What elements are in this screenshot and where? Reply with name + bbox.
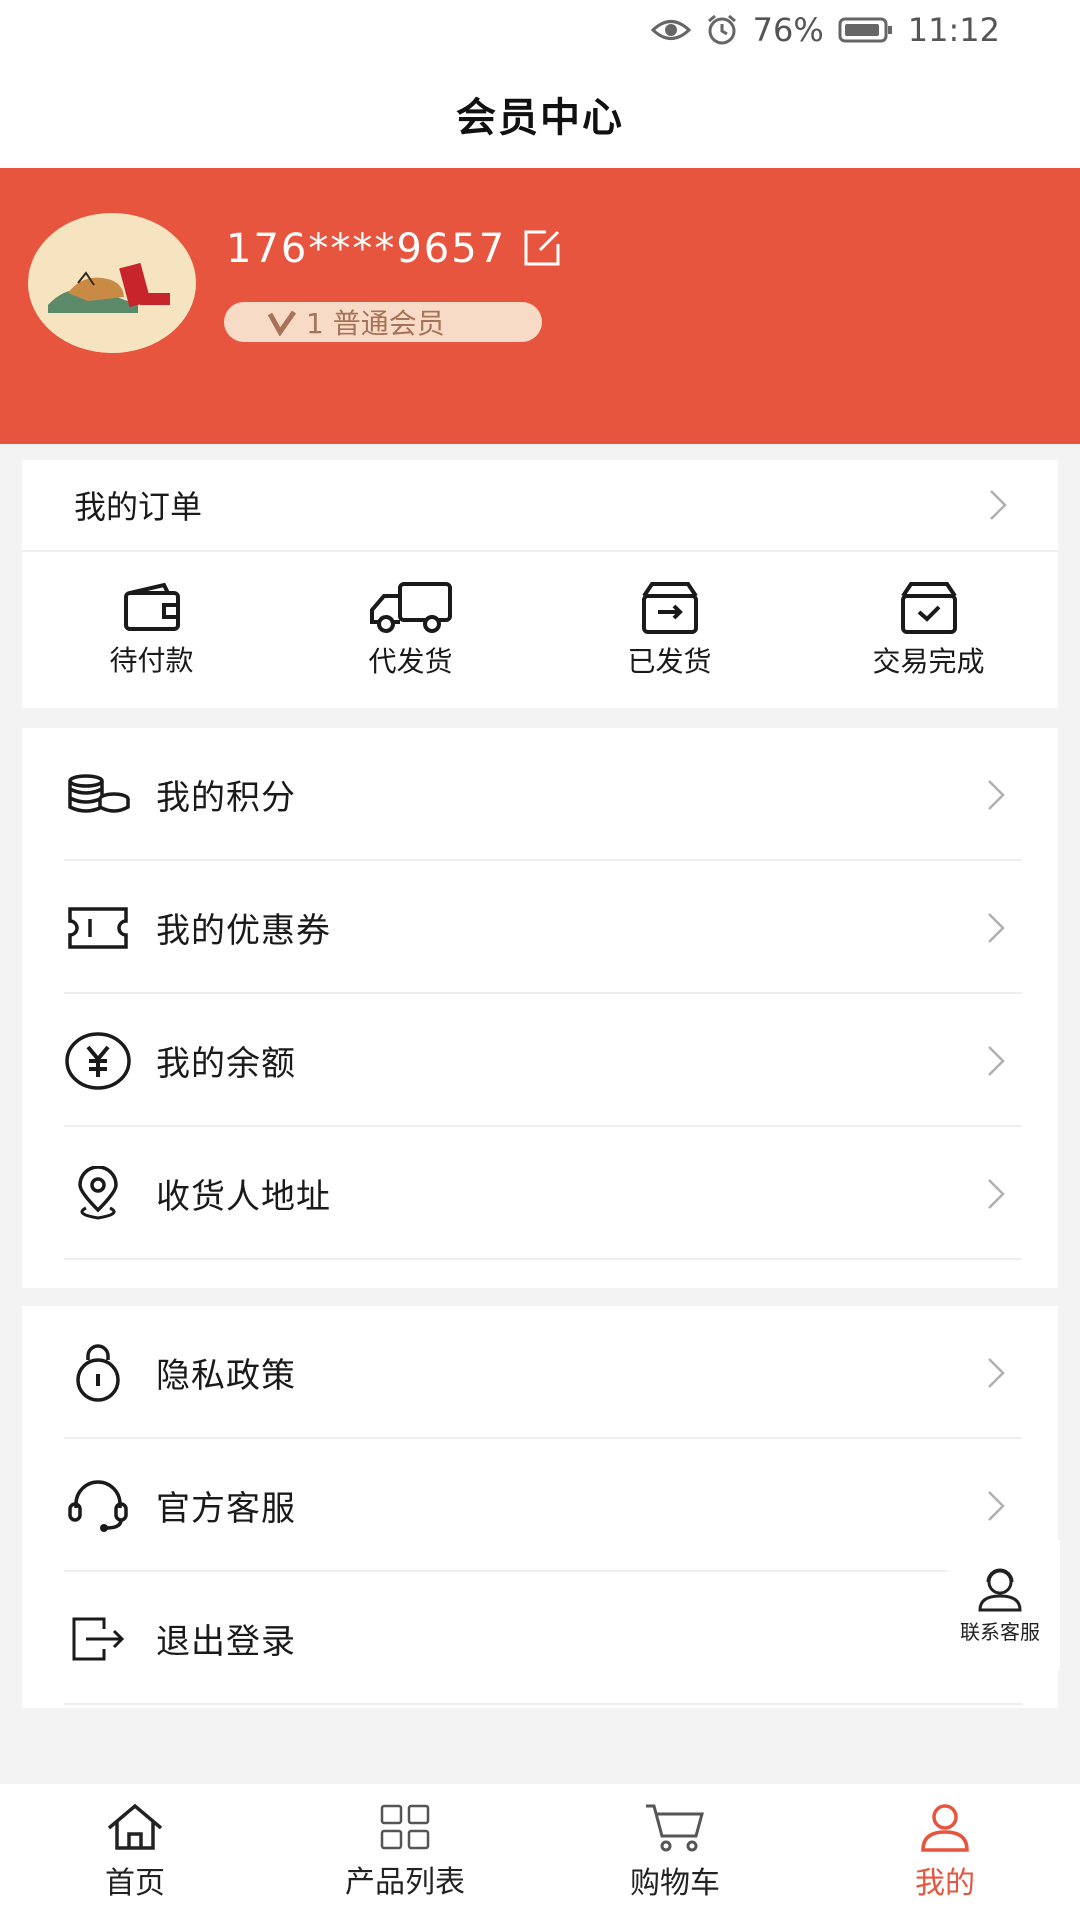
menu-label: 我的优惠券 — [156, 911, 331, 951]
tab-mine[interactable]: 我的 — [810, 1784, 1080, 1920]
menu-coupons[interactable]: 我的优惠券 — [22, 861, 1058, 994]
menu-label: 退出登录 — [156, 1622, 296, 1662]
chevron-right-icon — [988, 779, 1005, 810]
home-icon — [107, 1803, 163, 1850]
shipped-box-icon — [641, 582, 698, 634]
menu-customer-service[interactable]: 官方客服 — [22, 1439, 1058, 1572]
logout-icon — [72, 1617, 125, 1660]
order-item-label: 代发货 — [368, 645, 453, 678]
member-level-badge: 1 普通会员 — [224, 302, 542, 342]
wallet-icon — [123, 582, 180, 631]
tab-label: 首页 — [105, 1866, 165, 1901]
user-icon — [921, 1804, 969, 1852]
order-completed[interactable]: 交易完成 — [799, 552, 1058, 708]
status-bar: 76% 11:12 — [0, 0, 1080, 60]
tab-label: 购物车 — [630, 1866, 720, 1901]
truck-icon — [369, 582, 452, 633]
tiger-painting-image — [28, 213, 196, 353]
menu-label: 收货人地址 — [156, 1177, 331, 1217]
tab-cart[interactable]: 购物车 — [540, 1784, 810, 1920]
battery-percent: 76% — [752, 11, 824, 49]
menu-label: 我的积分 — [156, 778, 296, 818]
chevron-right-icon — [988, 1490, 1005, 1521]
location-icon — [78, 1165, 118, 1220]
order-shipped[interactable]: 已发货 — [540, 552, 799, 708]
user-phone: 176****9657 — [226, 226, 507, 272]
tab-home[interactable]: 首页 — [0, 1784, 270, 1920]
profile-header: 176****9657 1 普通会员 — [0, 168, 1080, 444]
orders-card: 我的订单 待付款 代发货 已发货 交易完成 — [22, 460, 1058, 708]
tab-label: 我的 — [915, 1866, 975, 1901]
yuan-icon — [65, 1031, 131, 1090]
member-level-text: 1 普通会员 — [306, 307, 445, 340]
menu-points[interactable]: 我的积分 — [22, 728, 1058, 861]
chevron-right-icon — [988, 1178, 1005, 1209]
lock-icon — [76, 1343, 120, 1402]
menu-label: 隐私政策 — [156, 1356, 296, 1396]
eye-icon — [650, 20, 691, 40]
menu-label: 官方客服 — [156, 1489, 296, 1529]
avatar[interactable] — [28, 213, 196, 353]
bottom-tab-bar: 首页 产品列表 购物车 我的 — [0, 1784, 1080, 1920]
battery-icon — [838, 17, 892, 43]
menu-label: 我的余额 — [156, 1044, 296, 1084]
order-awaiting-shipment[interactable]: 代发货 — [281, 552, 540, 708]
page-title: 会员中心 — [456, 95, 624, 141]
contact-service-label: 联系客服 — [960, 1619, 1040, 1644]
chevron-right-icon — [988, 1357, 1005, 1388]
account-menu-card: 我的积分 我的优惠券 我的余额 收货人地址 — [22, 728, 1058, 1288]
menu-privacy-policy[interactable]: 隐私政策 — [22, 1306, 1058, 1439]
tab-product-list[interactable]: 产品列表 — [270, 1784, 540, 1920]
menu-address[interactable]: 收货人地址 — [22, 1127, 1058, 1260]
cart-icon — [646, 1804, 704, 1852]
menu-balance[interactable]: 我的余额 — [22, 994, 1058, 1127]
ticket-icon — [68, 906, 128, 949]
order-item-label: 交易完成 — [872, 645, 985, 678]
alarm-icon — [707, 14, 736, 45]
contact-service-button[interactable]: 联系客服 — [940, 1540, 1060, 1670]
chevron-right-icon — [988, 1045, 1005, 1076]
clock: 11:12 — [907, 11, 1000, 49]
order-item-label: 待付款 — [109, 644, 194, 677]
edit-icon[interactable] — [520, 226, 564, 270]
coins-icon — [68, 773, 130, 813]
chevron-right-icon — [988, 912, 1005, 943]
chevron-right-icon — [990, 490, 1007, 520]
vip-level-icon — [268, 310, 297, 336]
order-pending-payment[interactable]: 待付款 — [22, 552, 281, 708]
grid-icon — [380, 1804, 430, 1850]
menu-logout[interactable]: 退出登录 — [22, 1572, 1058, 1705]
tab-label: 产品列表 — [345, 1865, 465, 1900]
nav-bar: 会员中心 — [0, 60, 1080, 168]
completed-box-icon — [900, 582, 957, 634]
order-item-label: 已发货 — [627, 645, 712, 678]
my-orders-row[interactable]: 我的订单 — [22, 460, 1058, 552]
headset-icon — [68, 1479, 128, 1532]
my-orders-title: 我的订单 — [74, 488, 203, 526]
service-agent-icon — [978, 1568, 1022, 1611]
settings-menu-card: 隐私政策 官方客服 退出登录 — [22, 1306, 1058, 1708]
